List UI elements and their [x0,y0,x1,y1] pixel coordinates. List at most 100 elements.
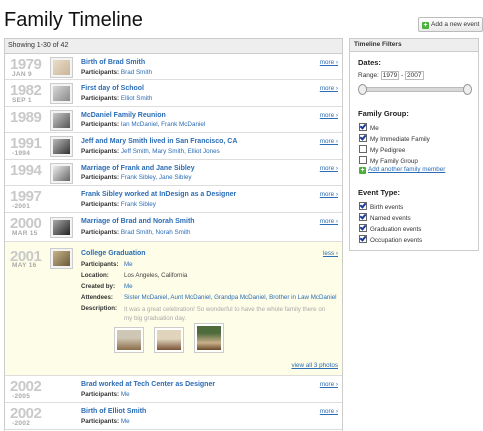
less-link[interactable]: less › [323,250,338,257]
range-to-input[interactable]: 2007 [405,71,424,80]
timeline-row[interactable]: 2002 -2005 Brad worked at Tech Center as… [5,376,342,403]
checkbox-unchecked[interactable] [359,156,367,164]
plus-icon: + [422,22,429,29]
slider-handle-end[interactable] [463,84,472,95]
more-link[interactable]: more › [320,218,338,225]
timeline-row[interactable]: 2002 -2002 Birth of Elliot Smith Partici… [5,403,342,430]
participants-link[interactable]: Frank Sibley, Jane Sibley [121,174,192,181]
add-family-member-link[interactable]: + Add another family member [359,166,445,174]
event-type-heading: Event Type: [358,188,400,197]
timeline-row[interactable]: 2000 MAR 15 Marriage of Brad and Norah S… [5,213,342,242]
event-thumbnail[interactable] [50,163,73,184]
participants-row: Participants: Brad Smith [81,69,152,76]
participants-link[interactable]: Frank Sibley [121,201,156,208]
checkbox-checked[interactable] [359,123,367,131]
more-link[interactable]: more › [320,165,338,172]
event-year: 2002 [10,405,42,422]
add-event-button[interactable]: + Add a new event [418,17,483,32]
family-group-heading: Family Group: [358,109,409,118]
participants-link[interactable]: Me [124,261,133,268]
checkbox-label: My Family Group [370,158,418,165]
more-link[interactable]: more › [320,85,338,92]
checkbox-label: Birth events [370,204,404,211]
checkbox-checked[interactable] [359,235,367,243]
participants-link[interactable]: Me [121,391,130,398]
total-count: 42 [60,42,69,49]
plus-icon: + [359,167,366,174]
filters-header: Timeline Filters [350,39,478,52]
more-link[interactable]: more › [320,381,338,388]
event-thumbnail[interactable] [50,110,73,131]
participants-link[interactable]: Elliot Smith [121,95,153,102]
created-link[interactable]: Me [124,283,133,290]
more-link[interactable]: more › [320,138,338,145]
photo-thumbnail[interactable] [195,324,223,352]
checkbox-checked[interactable] [359,134,367,142]
event-thumbnail[interactable] [50,83,73,104]
event-title[interactable]: First day of School [81,85,144,92]
participants-row: Participants: Frank Sibley, Jane Sibley [81,174,192,181]
checkbox-label: My Pedigree [370,147,406,154]
event-date: -1994 [12,150,31,157]
checkbox-pedigree[interactable]: My Pedigree [359,145,405,154]
event-year: 1979 [10,56,42,73]
timeline-row[interactable]: 1997 -2001 Frank Sibley worked at InDesi… [5,186,342,213]
event-thumbnail[interactable] [50,248,73,269]
checkbox-checked[interactable] [359,224,367,232]
participants-label: Participants: [81,201,120,208]
slider-handle-start[interactable] [358,84,367,95]
event-title[interactable]: Marriage of Frank and Jane Sibley [81,165,195,172]
checkbox-occupation-events[interactable]: Occupation events [359,235,422,244]
more-text: more [319,381,335,388]
checkbox-graduation-events[interactable]: Graduation events [359,224,421,233]
checkbox-me[interactable]: Me [359,123,379,132]
participants-link[interactable]: Jeff Smith, Mary Smith, Elliot Jones [121,148,220,155]
participants-row: Participants: Me [81,418,130,425]
checkbox-immediate-family[interactable]: My Immediate Family [359,134,430,143]
timeline-row[interactable]: 1989 McDaniel Family Reunion Participant… [5,107,342,133]
participants-link[interactable]: Me [121,418,130,425]
timeline-row[interactable]: 1979 JAN 9 Birth of Brad Smith Participa… [5,54,342,80]
timeline-row[interactable]: 1994 Marriage of Frank and Jane Sibley P… [5,160,342,186]
more-link[interactable]: more › [320,112,338,119]
event-thumbnail[interactable] [50,217,73,238]
location-value: Los Angeles, California [124,272,188,279]
event-title[interactable]: Marriage of Brad and Norah Smith [81,218,195,225]
timeline-row-expanded[interactable]: 2001 MAY 16 College Graduation less › Pa… [5,242,342,376]
event-title[interactable]: Birth of Elliot Smith [81,408,146,415]
date-range-slider[interactable] [358,84,472,95]
participants-link[interactable]: Brad Smith [121,69,152,76]
more-text: more [319,85,335,92]
timeline-row[interactable]: 1991 -1994 Jeff and Mary Smith lived in … [5,133,342,160]
dates-heading: Dates: [358,58,381,67]
checkbox-birth-events[interactable]: Birth events [359,202,403,211]
event-year: 1989 [10,109,42,126]
checkbox-named-events[interactable]: Named events [359,213,411,222]
more-link[interactable]: more › [320,408,338,415]
event-thumbnail[interactable] [50,136,73,157]
photo-thumbnail[interactable] [155,328,183,352]
event-title[interactable]: McDaniel Family Reunion [81,112,166,119]
checkbox-unchecked[interactable] [359,145,367,153]
more-link[interactable]: more › [320,191,338,198]
event-title[interactable]: Brad worked at Tech Center as Designer [81,381,215,388]
attendees-links[interactable]: Sister McDaniel, Aunt McDaniel, Grandpa … [124,294,337,301]
event-date: -2001 [12,203,31,210]
description-row: Description: [81,305,124,312]
event-title[interactable]: Birth of Brad Smith [81,59,145,66]
photo-thumbnail[interactable] [115,328,143,352]
checkbox-checked[interactable] [359,202,367,210]
checkbox-checked[interactable] [359,213,367,221]
event-title[interactable]: Frank Sibley worked at InDesign as a Des… [81,191,236,198]
event-title[interactable]: Jeff and Mary Smith lived in San Francis… [81,138,237,145]
participants-link[interactable]: Ian McDaniel, Frank McDaniel [121,121,205,128]
participants-link[interactable]: Brad Smith, Norah Smith [121,229,191,236]
checkbox-family-group[interactable]: My Family Group [359,156,418,165]
event-thumbnail[interactable] [50,57,73,78]
more-link[interactable]: more › [320,59,338,66]
participants-label: Participants: [81,418,120,425]
view-all-photos-link[interactable]: view all 3 photos [291,362,338,369]
timeline-row[interactable]: 1982 SEP 1 First day of School Participa… [5,80,342,107]
range-from-input[interactable]: 1979 [380,71,400,80]
event-title[interactable]: College Graduation [81,250,146,257]
